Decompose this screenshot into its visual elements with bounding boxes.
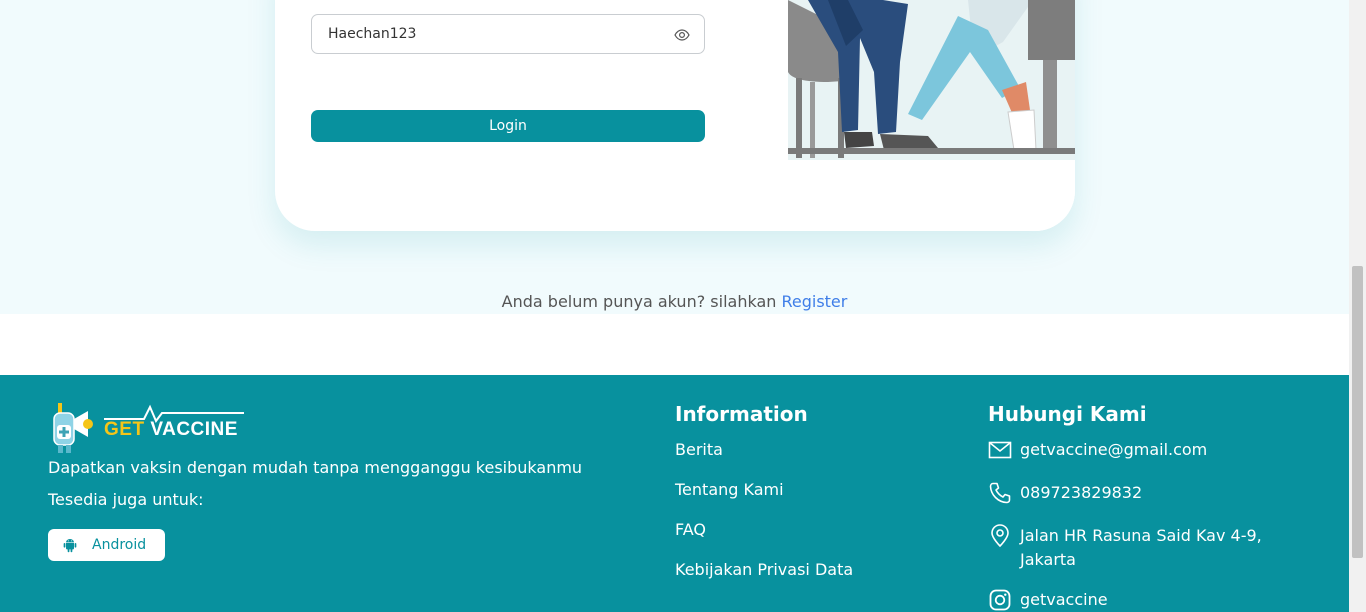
information-heading: Information bbox=[675, 402, 808, 426]
address-line-1: Jalan HR Rasuna Said Kav 4-9, bbox=[1020, 526, 1262, 545]
footer-tagline: Dapatkan vaksin dengan mudah tanpa mengg… bbox=[48, 458, 583, 477]
register-prompt-text: Anda belum punya akun? silahkan bbox=[501, 292, 782, 311]
contact-email[interactable]: getvaccine@gmail.com bbox=[988, 438, 1207, 462]
info-link-kebijakan-privasi[interactable]: Kebijakan Privasi Data bbox=[675, 560, 853, 579]
login-button[interactable]: Login bbox=[311, 110, 705, 142]
logo-mascot bbox=[53, 403, 93, 453]
contact-email-text: getvaccine@gmail.com bbox=[1020, 440, 1208, 459]
eye-icon[interactable] bbox=[674, 27, 690, 43]
login-card: Haechan123 Login bbox=[275, 0, 1075, 231]
contact-heading: Hubungi Kami bbox=[988, 402, 1147, 426]
get-vaccine-logo[interactable]: GET VACCINE bbox=[48, 401, 248, 457]
scrollbar-thumb[interactable] bbox=[1352, 266, 1363, 558]
register-prompt: Anda belum punya akun? silahkan Register bbox=[0, 292, 1349, 311]
info-link-faq[interactable]: FAQ bbox=[675, 520, 706, 539]
contact-address: Jalan HR Rasuna Said Kav 4-9, Jakarta bbox=[988, 524, 1262, 572]
android-button[interactable]: Android bbox=[48, 529, 165, 561]
login-section: Haechan123 Login Anda belum punya akun? … bbox=[0, 0, 1349, 314]
available-on-label: Tesedia juga untuk: bbox=[48, 490, 204, 509]
password-value: Haechan123 bbox=[328, 26, 417, 42]
site-footer: GET VACCINE Dapatkan vaksin dengan mudah… bbox=[0, 375, 1349, 612]
address-line-2: Jakarta bbox=[1020, 550, 1076, 569]
location-icon bbox=[991, 524, 1009, 548]
info-link-berita[interactable]: Berita bbox=[675, 440, 723, 459]
password-field[interactable]: Haechan123 bbox=[311, 14, 705, 54]
register-link[interactable]: Register bbox=[781, 292, 847, 311]
contact-instagram-text: getvaccine bbox=[1020, 590, 1108, 609]
logo-heartbeat-line bbox=[104, 404, 244, 423]
info-link-tentang-kami[interactable]: Tentang Kami bbox=[675, 480, 784, 499]
phone-icon bbox=[989, 482, 1011, 504]
contact-phone[interactable]: 089723829832 bbox=[988, 481, 1142, 505]
mail-icon bbox=[988, 441, 1012, 459]
contact-phone-text: 089723829832 bbox=[1020, 483, 1143, 502]
doctor-patient-illustration bbox=[788, 0, 1075, 231]
android-icon bbox=[63, 539, 77, 553]
contact-instagram[interactable]: getvaccine bbox=[988, 588, 1108, 612]
page-scrollbar[interactable] bbox=[1349, 0, 1366, 612]
contact-address-text: Jalan HR Rasuna Said Kav 4-9, Jakarta bbox=[1020, 524, 1262, 572]
instagram-icon bbox=[989, 589, 1011, 611]
android-label: Android bbox=[92, 537, 147, 553]
